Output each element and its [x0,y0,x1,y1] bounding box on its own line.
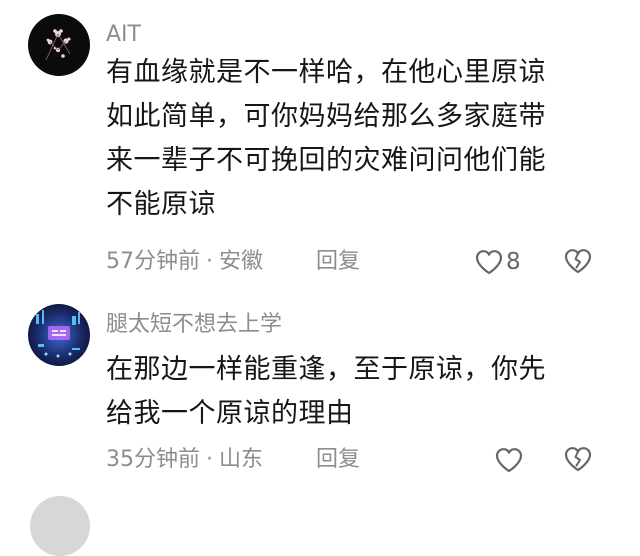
comment-text-line: 来一辈子不可挽回的灾难问问他们能 [106,145,546,176]
comment-text-line: 在那边一样能重逢，至于原谅，你先 [106,354,546,385]
username[interactable]: 腿太短不想去上学 [106,311,282,339]
comment-text-line: 不能原谅 [106,189,216,220]
comment-text-line: 有血缘就是不一样哈，在他心里原谅 [106,57,546,88]
meta-separator: · [206,249,213,274]
comment-item: AIT 有血缘就是不一样哈，在他心里原谅 如此简单，可你妈妈给那么多家庭带 来一… [0,0,640,290]
like-count: 8 [506,249,521,275]
comment-item: 腿太短不想去上学 在那边一样能重逢，至于原谅，你先 给我一个原谅的理由 35分钟… [0,290,640,490]
like-button[interactable] [494,445,524,475]
comment-text-line: 如此简单，可你妈妈给那么多家庭带 [106,101,546,132]
comment-text: 在那边一样能重逢，至于原谅，你先 给我一个原谅的理由 [106,348,606,436]
avatar-image [28,304,90,366]
location: 山东 [219,447,264,472]
timestamp: 57分钟前 [106,249,200,274]
like-button[interactable]: 8 [474,247,521,277]
comment-meta: 35分钟前 · 山东 [106,445,263,475]
dislike-button[interactable] [563,247,593,277]
broken-heart-icon [564,447,592,472]
dislike-button[interactable] [563,445,593,475]
comment-text-line: 给我一个原谅的理由 [106,398,354,429]
meta-separator: · [206,447,213,472]
avatar-image [28,14,90,76]
comment-text: 有血缘就是不一样哈，在他心里原谅 如此简单，可你妈妈给那么多家庭带 来一辈子不可… [106,51,606,227]
avatar[interactable] [28,304,90,366]
reply-button[interactable]: 回复 [316,445,360,475]
avatar[interactable] [30,496,90,556]
timestamp: 35分钟前 [106,447,200,472]
avatar[interactable] [28,14,90,76]
heart-outline-icon [495,448,523,473]
heart-outline-icon [475,250,503,275]
username[interactable]: AIT [106,21,141,49]
broken-heart-icon [564,249,592,274]
location: 安徽 [219,249,264,274]
comment-meta: 57分钟前 · 安徽 [106,247,263,277]
reply-button[interactable]: 回复 [316,247,360,277]
